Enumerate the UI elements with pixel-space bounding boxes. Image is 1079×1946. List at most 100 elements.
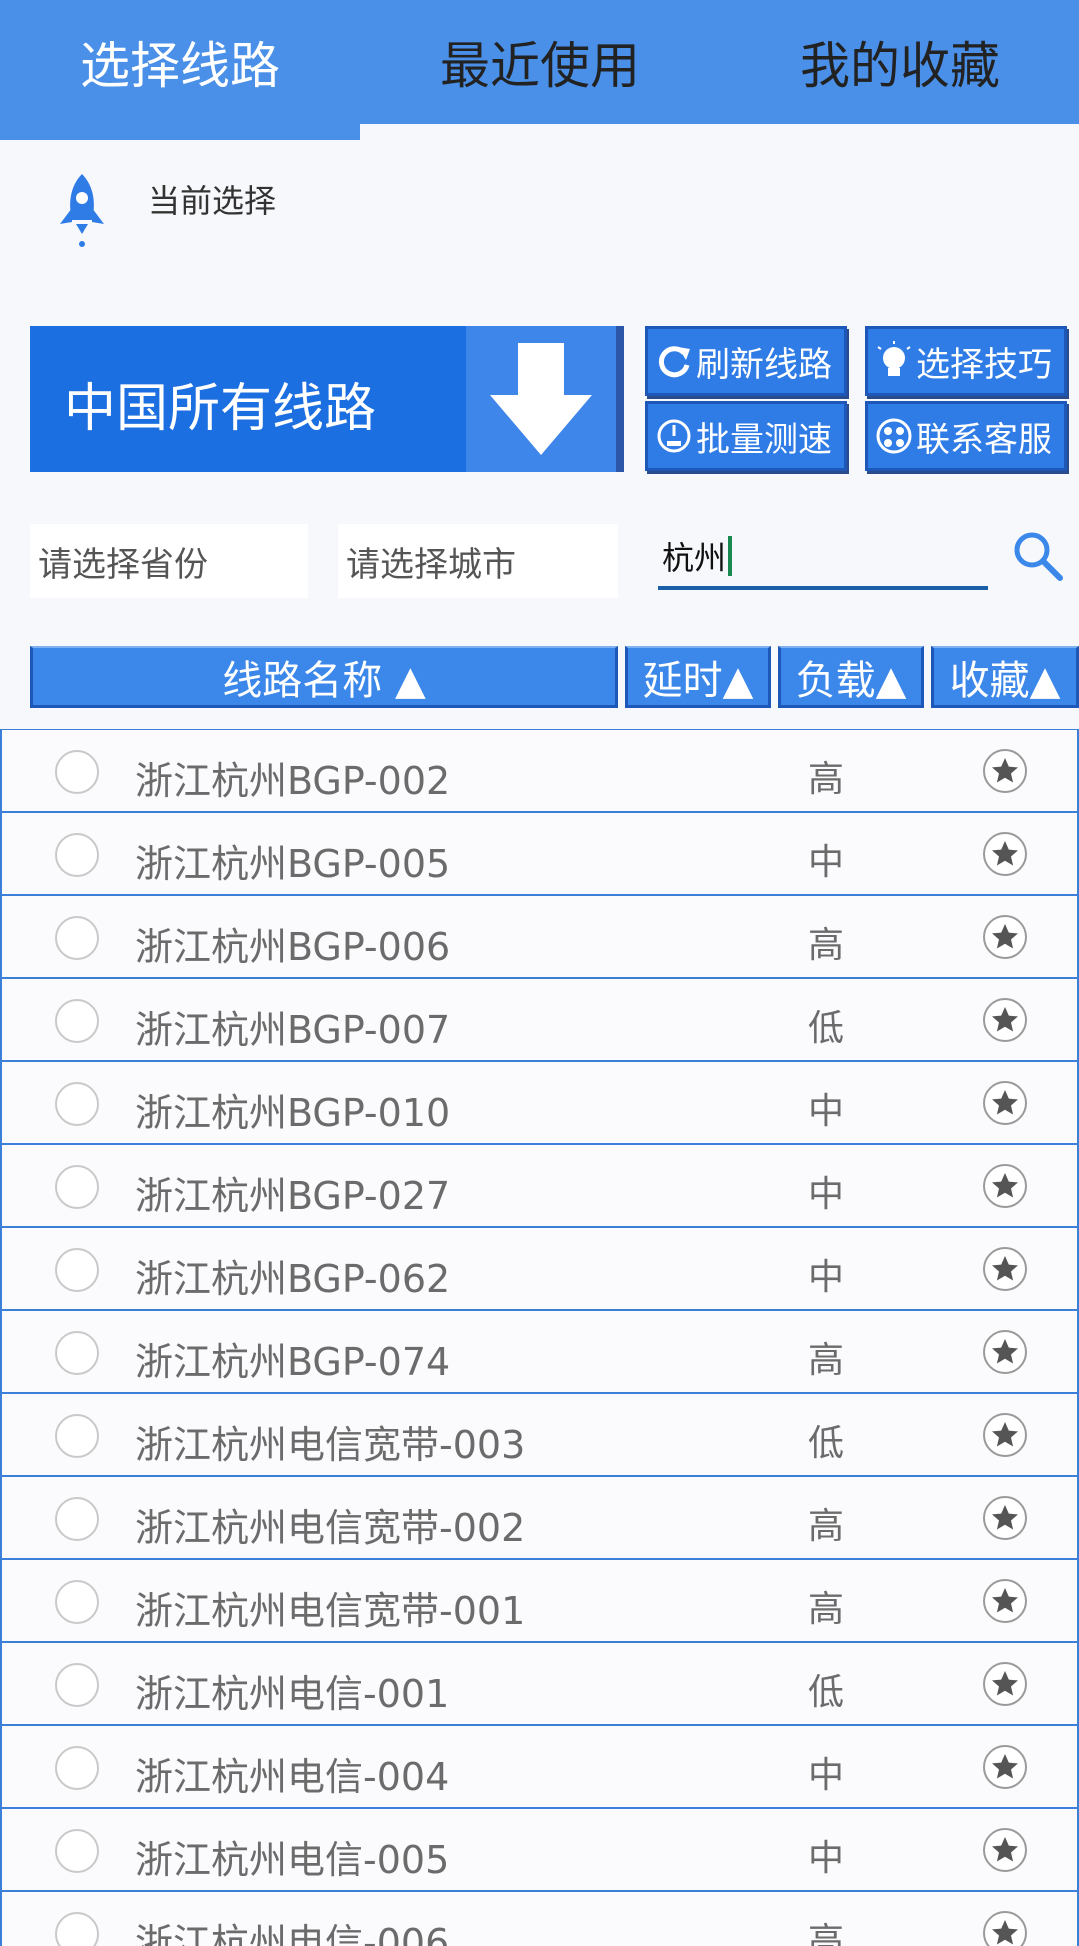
column-header-favorite[interactable]: 收藏▲ — [931, 646, 1079, 708]
star-icon[interactable] — [982, 1495, 1028, 1541]
table-row[interactable]: 浙江杭州电信-004 中 — [0, 1725, 1079, 1808]
rocket-icon — [60, 174, 104, 247]
city-select[interactable]: 请选择城市 — [338, 524, 618, 598]
star-icon[interactable] — [982, 1910, 1028, 1946]
search-icon[interactable] — [1010, 528, 1066, 584]
star-icon[interactable] — [982, 997, 1028, 1043]
table-row[interactable]: 浙江杭州电信宽带-002 高 — [0, 1476, 1079, 1559]
star-icon[interactable] — [982, 1578, 1028, 1624]
route-radio[interactable] — [55, 1331, 99, 1375]
route-load: 中 — [808, 842, 845, 883]
route-group-label: 中国所有线路 — [64, 379, 377, 439]
table-row[interactable]: 浙江杭州BGP-074 高 — [0, 1310, 1079, 1393]
table-row[interactable]: 浙江杭州电信-006 高 — [0, 1891, 1079, 1946]
star-icon[interactable] — [982, 748, 1028, 794]
route-radio[interactable] — [55, 916, 99, 960]
route-name: 浙江杭州电信宽带-003 — [135, 1423, 526, 1467]
table-row[interactable]: 浙江杭州电信宽带-003 低 — [0, 1393, 1079, 1476]
table-row[interactable]: 浙江杭州BGP-062 中 — [0, 1227, 1079, 1310]
route-load: 中 — [808, 1755, 845, 1796]
route-name: 浙江杭州电信宽带-001 — [135, 1589, 526, 1633]
table-row[interactable]: 浙江杭州BGP-006 高 — [0, 895, 1079, 978]
route-load: 高 — [808, 925, 845, 966]
route-name: 浙江杭州BGP-002 — [135, 759, 451, 803]
route-name: 浙江杭州BGP-010 — [135, 1091, 451, 1135]
route-radio[interactable] — [55, 999, 99, 1043]
route-radio[interactable] — [55, 1912, 99, 1946]
table-row[interactable]: 浙江杭州BGP-005 中 — [0, 812, 1079, 895]
table-row[interactable]: 浙江杭州电信宽带-001 高 — [0, 1559, 1079, 1642]
column-header-load[interactable]: 负载▲ — [778, 646, 924, 708]
route-load: 中 — [808, 1174, 845, 1215]
speedometer-icon — [657, 419, 691, 453]
refresh-icon — [658, 346, 690, 378]
current-selection-label: 当前选择 — [148, 182, 277, 220]
search-input[interactable]: 杭州 — [658, 526, 988, 590]
route-name: 浙江杭州BGP-005 — [135, 842, 451, 886]
route-name: 浙江杭州BGP-007 — [135, 1008, 451, 1052]
tab-bar: 选择线路 最近使用 我的收藏 — [0, 0, 1079, 140]
refresh-routes-button[interactable]: 刷新线路 — [645, 326, 847, 396]
route-radio[interactable] — [55, 833, 99, 877]
arrow-down-icon[interactable] — [466, 326, 616, 472]
route-name: 浙江杭州电信宽带-002 — [135, 1506, 526, 1550]
route-name: 浙江杭州BGP-006 — [135, 925, 451, 969]
selection-tips-label: 选择技巧 — [916, 344, 1052, 385]
column-header-delay[interactable]: 延时▲ — [625, 646, 771, 708]
star-icon[interactable] — [982, 1412, 1028, 1458]
table-row[interactable]: 浙江杭州电信-001 低 — [0, 1642, 1079, 1725]
tab-recent[interactable]: 最近使用 — [360, 0, 720, 124]
support-icon — [876, 418, 912, 454]
route-radio[interactable] — [55, 1082, 99, 1126]
route-radio[interactable] — [55, 1580, 99, 1624]
star-icon[interactable] — [982, 1661, 1028, 1707]
table-row[interactable]: 浙江杭州电信-005 中 — [0, 1808, 1079, 1891]
star-icon[interactable] — [982, 1827, 1028, 1873]
search-input-value: 杭州 — [662, 539, 727, 577]
route-name: 浙江杭州电信-006 — [135, 1921, 450, 1946]
selection-tips-button[interactable]: 选择技巧 — [865, 326, 1067, 396]
tab-favorites[interactable]: 我的收藏 — [720, 0, 1079, 124]
route-list: 浙江杭州BGP-002 高浙江杭州BGP-005 中浙江杭州BGP-006 高浙江杭州… — [0, 729, 1079, 1946]
route-radio[interactable] — [55, 1414, 99, 1458]
star-icon[interactable] — [982, 1163, 1028, 1209]
batch-speed-test-button[interactable]: 批量测速 — [645, 401, 847, 471]
refresh-routes-label: 刷新线路 — [696, 344, 832, 385]
route-radio[interactable] — [55, 1165, 99, 1209]
tab-active-indicator — [360, 124, 1079, 140]
route-radio[interactable] — [55, 750, 99, 794]
lightbulb-icon — [877, 341, 911, 376]
route-load: 中 — [808, 1838, 845, 1879]
route-load: 高 — [808, 1340, 845, 1381]
star-icon[interactable] — [982, 1246, 1028, 1292]
column-header-name[interactable]: 线路名称 ▲ — [30, 646, 618, 708]
province-select[interactable]: 请选择省份 — [30, 524, 308, 598]
star-icon[interactable] — [982, 831, 1028, 877]
route-load: 低 — [808, 1672, 845, 1713]
table-row[interactable]: 浙江杭州BGP-007 低 — [0, 978, 1079, 1061]
table-row[interactable]: 浙江杭州BGP-027 中 — [0, 1144, 1079, 1227]
tab-select-route[interactable]: 选择线路 — [0, 0, 360, 124]
route-load: 低 — [808, 1008, 845, 1049]
contact-support-button[interactable]: 联系客服 — [865, 401, 1067, 471]
route-radio[interactable] — [55, 1248, 99, 1292]
text-cursor — [728, 536, 733, 576]
batch-speed-test-label: 批量测速 — [696, 419, 832, 460]
route-load: 高 — [808, 759, 845, 800]
star-icon[interactable] — [982, 1329, 1028, 1375]
route-radio[interactable] — [55, 1497, 99, 1541]
route-load: 高 — [808, 1589, 845, 1630]
route-radio[interactable] — [55, 1663, 99, 1707]
star-icon[interactable] — [982, 914, 1028, 960]
route-load: 高 — [808, 1506, 845, 1547]
route-radio[interactable] — [55, 1829, 99, 1873]
route-name: 浙江杭州BGP-074 — [135, 1340, 451, 1384]
table-row[interactable]: 浙江杭州BGP-002 高 — [0, 729, 1079, 812]
star-icon[interactable] — [982, 1080, 1028, 1126]
table-row[interactable]: 浙江杭州BGP-010 中 — [0, 1061, 1079, 1144]
route-load: 高 — [808, 1921, 845, 1946]
route-group-select[interactable]: 中国所有线路 — [30, 326, 624, 472]
route-radio[interactable] — [55, 1746, 99, 1790]
star-icon[interactable] — [982, 1744, 1028, 1790]
route-load: 中 — [808, 1091, 845, 1132]
